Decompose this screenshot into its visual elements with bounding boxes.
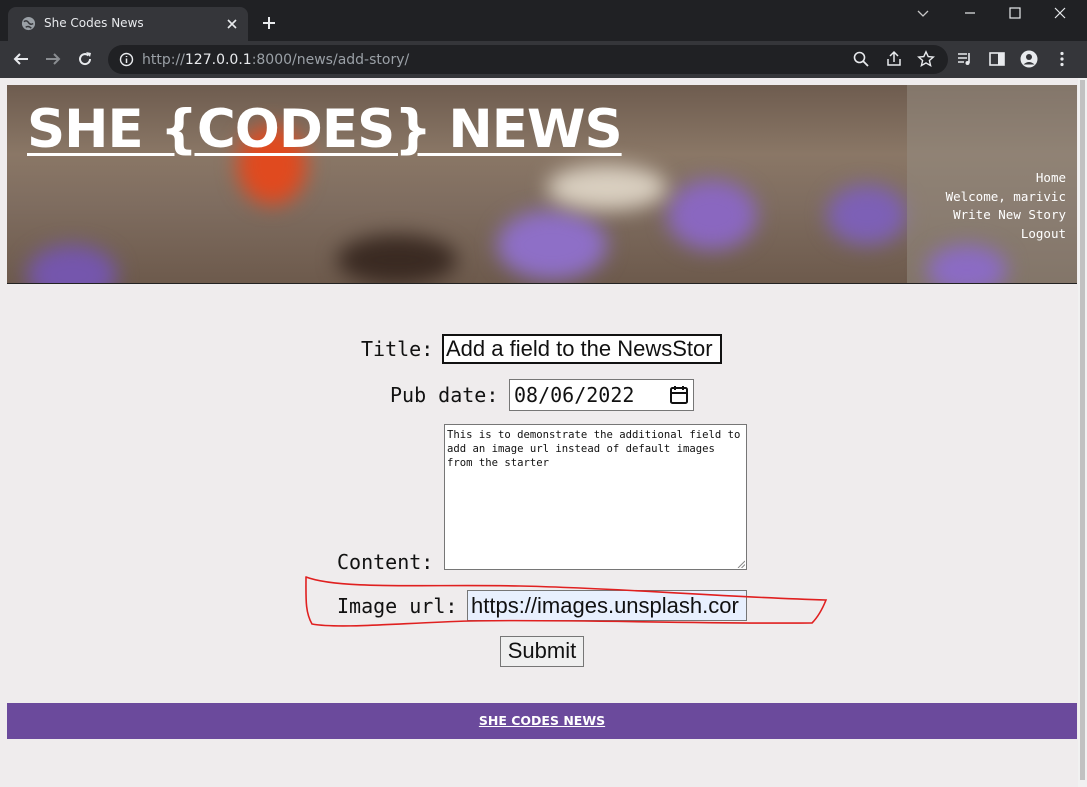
image-url-label: Image url: bbox=[337, 594, 458, 618]
footer-home-link[interactable]: SHE CODES NEWS bbox=[7, 713, 1077, 728]
footer-bar: SHE CODES NEWS bbox=[7, 703, 1077, 739]
maximize-icon[interactable] bbox=[1008, 6, 1022, 20]
side-panel-icon[interactable] bbox=[988, 50, 1006, 68]
new-tab-icon[interactable] bbox=[261, 15, 277, 31]
banner-photo-blob bbox=[827, 185, 907, 245]
window-close-icon[interactable] bbox=[1053, 6, 1067, 20]
minimize-icon[interactable] bbox=[963, 6, 977, 20]
nav-home-link[interactable]: Home bbox=[946, 169, 1066, 188]
image-url-input[interactable]: https://images.unsplash.cor bbox=[467, 590, 747, 621]
nav-logout-link[interactable]: Logout bbox=[946, 225, 1066, 244]
tab-title: She Codes News bbox=[44, 16, 144, 30]
browser-tab[interactable]: She Codes News bbox=[8, 7, 248, 41]
scrollbar-thumb[interactable] bbox=[1080, 80, 1085, 780]
globe-icon bbox=[21, 16, 36, 31]
content-label: Content: bbox=[337, 550, 434, 574]
banner-photo-blob bbox=[547, 165, 667, 210]
nav-welcome-text: Welcome, marivic bbox=[945, 188, 1066, 204]
banner-photo-blob bbox=[497, 210, 607, 280]
browser-tab-bar: She Codes News bbox=[0, 0, 1087, 41]
forward-arrow-icon[interactable] bbox=[44, 50, 62, 68]
header-banner: SHE {CODES} NEWS Home Welcome, marivic W… bbox=[7, 85, 1077, 284]
resize-grip-icon[interactable] bbox=[737, 560, 745, 568]
address-bar[interactable]: http://127.0.0.1:8000/news/add-story/ bbox=[108, 45, 948, 74]
title-input[interactable]: Add a field to the NewsStor bbox=[442, 334, 722, 364]
close-icon[interactable] bbox=[224, 16, 240, 32]
content-textarea[interactable]: This is to demonstrate the additional fi… bbox=[444, 424, 747, 570]
url-scheme: http:// bbox=[142, 52, 185, 68]
header-nav: Home Welcome, marivic Write New Story Lo… bbox=[946, 169, 1066, 243]
media-queue-icon[interactable] bbox=[956, 50, 974, 68]
pub-date-label: Pub date: bbox=[390, 383, 499, 407]
nav-write-story-link[interactable]: Write New Story bbox=[946, 206, 1066, 225]
banner-photo-blob bbox=[667, 180, 757, 250]
site-title-link[interactable]: SHE {CODES} NEWS bbox=[27, 99, 623, 160]
submit-button[interactable]: Submit bbox=[500, 636, 584, 667]
back-arrow-icon[interactable] bbox=[12, 50, 30, 68]
banner-photo-blob bbox=[337, 235, 457, 283]
url-path: :8000/news/add-story/ bbox=[251, 52, 410, 68]
url-text: http://127.0.0.1:8000/news/add-story/ bbox=[142, 52, 409, 68]
pub-date-input[interactable]: 08/06/2022 bbox=[509, 379, 694, 411]
title-label: Title: bbox=[361, 337, 434, 361]
info-icon[interactable] bbox=[119, 52, 134, 67]
browser-toolbar: http://127.0.0.1:8000/news/add-story/ bbox=[0, 41, 1087, 78]
chevron-down-icon[interactable] bbox=[916, 6, 930, 20]
bookmark-star-icon[interactable] bbox=[917, 50, 935, 68]
banner-photo-blob bbox=[27, 245, 117, 283]
calendar-icon[interactable] bbox=[669, 385, 689, 405]
share-icon[interactable] bbox=[885, 50, 903, 68]
zoom-icon[interactable] bbox=[852, 50, 870, 68]
reload-icon[interactable] bbox=[76, 50, 94, 68]
content-text: This is to demonstrate the additional fi… bbox=[447, 429, 741, 469]
url-host: 127.0.0.1 bbox=[184, 52, 252, 68]
kebab-menu-icon[interactable] bbox=[1053, 50, 1071, 68]
profile-avatar-icon[interactable] bbox=[1020, 50, 1038, 68]
pub-date-value: 08/06/2022 bbox=[514, 383, 635, 407]
